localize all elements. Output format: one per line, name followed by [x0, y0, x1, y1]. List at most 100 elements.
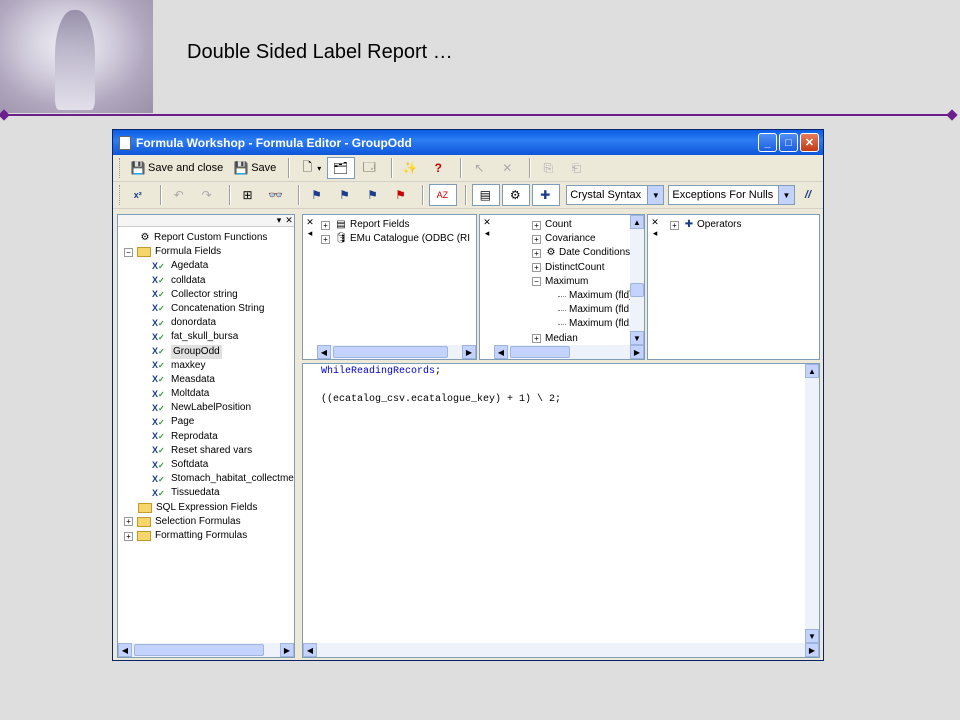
- tree-item-formula[interactable]: XMeasdata: [124, 373, 294, 387]
- properties-button[interactable]: 🗔: [357, 157, 383, 179]
- syntax-select[interactable]: Crystal Syntax ▼: [566, 185, 665, 205]
- tree-item-formula[interactable]: Xmaxkey: [124, 359, 294, 373]
- scroll-left-icon[interactable]: ◀: [303, 643, 317, 657]
- close-icon[interactable]: ✕: [650, 217, 660, 228]
- redo-button[interactable]: ↷: [195, 184, 221, 206]
- collapse-icon[interactable]: −: [124, 247, 133, 257]
- tree-item-formula[interactable]: Xfat_skull_bursa: [124, 330, 294, 344]
- tree-item-folder[interactable]: SQL Expression Fields: [124, 501, 294, 515]
- scroll-up-icon[interactable]: ▲: [805, 364, 819, 378]
- horizontal-scrollbar[interactable]: ◀ ▶: [303, 643, 819, 657]
- tree-item-formula[interactable]: XSoftdata: [124, 458, 294, 472]
- expand-icon[interactable]: +: [124, 531, 133, 541]
- tree-item-function[interactable]: + Covariance: [532, 232, 644, 246]
- maximize-button[interactable]: □: [779, 133, 798, 152]
- scroll-down-icon[interactable]: ▼: [805, 629, 819, 643]
- vertical-scrollbar[interactable]: ▲ ▼: [805, 364, 819, 643]
- expert-button[interactable]: ✨: [398, 157, 424, 179]
- scroll-up-icon[interactable]: ▲: [630, 215, 644, 229]
- scroll-right-icon[interactable]: ▶: [805, 643, 819, 657]
- help-button[interactable]: ?: [426, 157, 452, 179]
- expand-icon[interactable]: +: [321, 220, 330, 230]
- tree-item-formula[interactable]: XGroupOdd: [124, 344, 294, 359]
- scroll-right-icon[interactable]: ▶: [462, 345, 476, 359]
- formula-editor[interactable]: WhileReadingRecords; ((ecatalog_csv.ecat…: [302, 363, 820, 658]
- tree-item-function[interactable]: − Maximum: [532, 275, 644, 289]
- tree-item-function[interactable]: Maximum (fld, c: [532, 317, 644, 331]
- comment-button[interactable]: //: [801, 184, 815, 206]
- close-icon[interactable]: ✕: [305, 217, 315, 228]
- next-bookmark-button[interactable]: ⚑: [332, 184, 358, 206]
- tree-item-function[interactable]: + Count: [532, 218, 644, 232]
- pane-toggle-icon[interactable]: ◂: [482, 228, 492, 239]
- new-button[interactable]: 🗋 ▾: [295, 157, 325, 179]
- tree-item-function[interactable]: Maximum (fld): [532, 289, 644, 303]
- save-button[interactable]: 💾 Save: [229, 157, 280, 179]
- expand-icon[interactable]: +: [124, 517, 133, 527]
- tree-item-function[interactable]: + ⚙ Date Conditions: [532, 246, 644, 260]
- toggle-operators-button[interactable]: ✚: [532, 184, 561, 206]
- tree-item-formula[interactable]: XTissuedata: [124, 486, 294, 500]
- tree-item-formula[interactable]: XConcatenation String: [124, 302, 294, 316]
- undo-button[interactable]: ↶: [167, 184, 193, 206]
- pane-toggle-icon[interactable]: ◂: [305, 228, 315, 239]
- toggle-fields-button[interactable]: ▤: [472, 184, 501, 206]
- tree-item-operator[interactable]: + ✚ Operators: [670, 218, 819, 232]
- rename-button[interactable]: ↖: [467, 157, 493, 179]
- tree-item-folder[interactable]: + Formatting Formulas: [124, 529, 294, 543]
- tree-item-formula[interactable]: XNewLabelPosition: [124, 401, 294, 415]
- close-button[interactable]: ✕: [800, 133, 819, 152]
- find-button[interactable]: 👓: [264, 184, 290, 206]
- expand-icon[interactable]: +: [532, 248, 541, 258]
- show-code-button[interactable]: ⎘: [536, 157, 562, 179]
- scroll-left-icon[interactable]: ◀: [317, 345, 331, 359]
- tree-item-formula[interactable]: XPage: [124, 415, 294, 429]
- expand-icon[interactable]: +: [532, 334, 541, 344]
- tree-item-folder[interactable]: + Selection Formulas: [124, 515, 294, 529]
- tree-item-formula[interactable]: XMoltdata: [124, 387, 294, 401]
- close-icon[interactable]: ✕: [482, 217, 492, 228]
- bookmark-button[interactable]: ⚑: [304, 184, 330, 206]
- scroll-down-icon[interactable]: ▼: [630, 331, 644, 345]
- horizontal-scrollbar[interactable]: ◀ ▶: [494, 345, 644, 359]
- vertical-scrollbar[interactable]: ▲ ▼: [630, 215, 644, 345]
- hide-code-button[interactable]: ⎗: [564, 157, 590, 179]
- clear-bookmarks-button[interactable]: ⚑: [388, 184, 414, 206]
- tree-item[interactable]: ⚙ Report Custom Functions: [124, 231, 294, 245]
- horizontal-scrollbar[interactable]: ◀ ▶: [118, 643, 294, 657]
- minimize-button[interactable]: _: [758, 133, 777, 152]
- tree-item-formula[interactable]: Xcolldata: [124, 274, 294, 288]
- sort-button[interactable]: AZ: [429, 184, 458, 206]
- expand-icon[interactable]: +: [532, 263, 541, 273]
- toggle-tree-button[interactable]: 🗂: [327, 157, 356, 179]
- expand-icon[interactable]: +: [321, 234, 330, 244]
- scroll-right-icon[interactable]: ▶: [630, 345, 644, 359]
- tree-item-formula[interactable]: XReprodata: [124, 430, 294, 444]
- check-button[interactable]: x²: [126, 184, 152, 206]
- pane-toggle-icon[interactable]: ◂: [650, 228, 660, 239]
- scroll-right-icon[interactable]: ▶: [280, 643, 294, 657]
- tree-item-formula[interactable]: XCollector string: [124, 288, 294, 302]
- scroll-left-icon[interactable]: ◀: [118, 643, 132, 657]
- expand-icon[interactable]: +: [532, 234, 541, 244]
- null-handling-select[interactable]: Exceptions For Nulls ▼: [668, 185, 795, 205]
- tree-item-function[interactable]: Maximum (fld, c: [532, 303, 644, 317]
- close-icon[interactable]: ✕: [284, 215, 294, 226]
- browse-button[interactable]: ⊞: [236, 184, 262, 206]
- delete-button[interactable]: ✕: [495, 157, 521, 179]
- prev-bookmark-button[interactable]: ⚑: [360, 184, 386, 206]
- tree-item-function[interactable]: + Median: [532, 332, 644, 346]
- save-and-close-button[interactable]: 💾 Save and close: [126, 157, 227, 179]
- toggle-functions-button[interactable]: ⚙: [502, 184, 531, 206]
- tree-item-function[interactable]: + DistinctCount: [532, 261, 644, 275]
- tree-item-formula[interactable]: XReset shared vars: [124, 444, 294, 458]
- collapse-icon[interactable]: −: [532, 277, 541, 287]
- scroll-left-icon[interactable]: ◀: [494, 345, 508, 359]
- horizontal-scrollbar[interactable]: ◀ ▶: [317, 345, 476, 359]
- tree-item-formula[interactable]: XAgedata: [124, 259, 294, 273]
- pane-menu-icon[interactable]: ▾: [274, 215, 284, 226]
- tree-item-formula[interactable]: Xdonordata: [124, 316, 294, 330]
- tree-item-formula-fields[interactable]: − Formula Fields: [124, 245, 294, 259]
- tree-item-field[interactable]: + 🛢 EMu Catalogue (ODBC (RI: [321, 232, 476, 246]
- tree-item-formula[interactable]: XStomach_habitat_collectme: [124, 472, 294, 486]
